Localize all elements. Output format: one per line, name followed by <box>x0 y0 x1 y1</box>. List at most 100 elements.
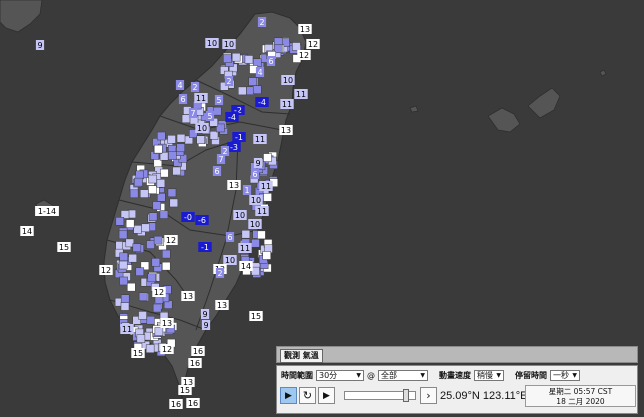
temperature-reading[interactable]: 11 <box>255 206 269 216</box>
pause-time-select[interactable]: 一秒 ▼ <box>550 370 580 381</box>
temperature-reading[interactable]: 7 <box>188 108 198 118</box>
temperature-reading[interactable]: 10 <box>233 210 247 220</box>
station-marker <box>223 54 232 63</box>
temperature-reading[interactable]: 14 <box>20 226 34 236</box>
station-marker <box>231 52 241 62</box>
temperature-reading[interactable]: 11 <box>253 134 267 144</box>
play-mode-button[interactable]: ▶ <box>280 387 297 404</box>
temperature-reading[interactable]: -4 <box>255 97 269 107</box>
temperature-reading[interactable]: 12 <box>297 50 311 60</box>
temperature-reading[interactable]: 13 <box>181 291 195 301</box>
temperature-reading[interactable]: 9 <box>201 320 211 330</box>
temperature-reading[interactable]: 13 <box>298 24 312 34</box>
temperature-reading[interactable]: -3 <box>227 142 241 152</box>
temperature-reading[interactable]: 11 <box>194 93 208 103</box>
anim-speed-select[interactable]: 稍慢 ▼ <box>474 370 504 381</box>
station-marker <box>136 334 146 343</box>
reading-value: 10 <box>225 256 235 265</box>
temperature-reading[interactable]: 5 <box>205 111 215 121</box>
time-slider[interactable] <box>344 389 416 402</box>
coordinate-readout: 25.09°N 123.11°E <box>440 390 528 402</box>
temperature-reading[interactable]: 6 <box>225 232 235 242</box>
temperature-reading[interactable]: 10 <box>205 38 219 48</box>
station-marker <box>167 188 177 198</box>
temperature-reading[interactable]: 16 <box>169 399 183 409</box>
temperature-reading[interactable]: 6 <box>178 94 188 104</box>
tab-observation-temperature[interactable]: 觀測 氣溫 <box>280 349 323 363</box>
temperature-reading[interactable]: 12 <box>306 39 320 49</box>
time-range-select[interactable]: 30分 ▼ <box>316 370 364 381</box>
temperature-reading[interactable]: 13 <box>160 318 174 328</box>
temperature-reading[interactable]: 11 <box>280 99 294 109</box>
station-marker <box>167 135 176 144</box>
scope-value: 全部 <box>381 371 397 380</box>
temperature-reading[interactable]: 12 <box>164 235 178 245</box>
slider-thumb[interactable] <box>403 389 409 402</box>
refresh-button[interactable]: ↻ <box>299 387 316 404</box>
temperature-reading[interactable]: 7 <box>216 154 226 164</box>
station-marker <box>257 230 266 240</box>
temperature-reading[interactable]: 11 <box>294 89 308 99</box>
temperature-reading[interactable]: 6 <box>266 56 276 66</box>
reading-value: 10 <box>197 124 207 133</box>
temperature-reading[interactable]: 12 <box>160 344 174 354</box>
temperature-reading[interactable]: 15 <box>57 242 71 252</box>
chevron-down-icon: ▼ <box>496 372 501 379</box>
station-marker <box>147 273 157 283</box>
temperature-reading[interactable]: 9 <box>253 158 263 168</box>
temperature-reading[interactable]: 1-14 <box>35 206 59 216</box>
temperature-reading[interactable]: -4 <box>225 112 239 122</box>
temperature-reading[interactable]: 10 <box>223 255 237 265</box>
temperature-reading[interactable]: 12 <box>99 265 113 275</box>
temperature-reading[interactable]: 9 <box>35 40 45 50</box>
temperature-reading[interactable]: -0 <box>181 212 195 222</box>
temperature-reading[interactable]: 11 <box>259 181 273 191</box>
station-marker <box>172 166 181 176</box>
temperature-reading[interactable]: 4 <box>255 67 265 77</box>
reading-value: 9 <box>255 159 260 168</box>
reading-value: 6 <box>227 233 232 242</box>
temperature-reading[interactable]: 2 <box>190 82 200 92</box>
temperature-reading[interactable]: 9 <box>200 309 210 319</box>
station-marker <box>152 303 162 313</box>
pause-time-value: 一秒 <box>553 371 569 380</box>
temperature-reading[interactable]: 11 <box>238 243 252 253</box>
next-frame-button[interactable]: › <box>420 387 437 404</box>
play-button[interactable]: ▶ <box>318 387 335 404</box>
temperature-reading[interactable]: 15 <box>131 348 145 358</box>
reading-value: 7 <box>218 155 223 164</box>
temperature-reading[interactable]: 2 <box>257 17 267 27</box>
scope-select[interactable]: 全部 ▼ <box>378 370 428 381</box>
temperature-reading[interactable]: 12 <box>152 287 166 297</box>
temperature-reading[interactable]: 13 <box>227 180 241 190</box>
temperature-reading[interactable]: 2 <box>224 76 234 86</box>
station-marker <box>119 252 128 262</box>
temperature-reading[interactable]: -1 <box>232 132 246 142</box>
temperature-reading[interactable]: 13 <box>279 125 293 135</box>
temperature-reading[interactable]: 10 <box>281 75 295 85</box>
temperature-reading[interactable]: 16 <box>191 346 205 356</box>
temperature-reading[interactable]: 5 <box>214 95 224 105</box>
temperature-reading[interactable]: 4 <box>175 80 185 90</box>
temperature-reading[interactable]: 6 <box>250 169 260 179</box>
temperature-reading[interactable]: 11 <box>120 324 134 334</box>
temperature-reading[interactable]: 10 <box>195 123 209 133</box>
reading-value: -3 <box>230 143 238 152</box>
temperature-reading[interactable]: 13 <box>181 377 195 387</box>
temperature-reading[interactable]: 15 <box>249 311 263 321</box>
temperature-reading[interactable]: 10 <box>222 39 236 49</box>
temperature-reading[interactable]: 14 <box>239 261 253 271</box>
temperature-reading[interactable]: 2 <box>215 268 225 278</box>
temperature-reading[interactable]: -1 <box>198 242 212 252</box>
station-marker <box>148 174 157 184</box>
temperature-reading[interactable]: -6 <box>195 215 209 225</box>
temperature-reading[interactable]: 16 <box>188 358 202 368</box>
temperature-reading[interactable]: 13 <box>215 300 229 310</box>
temperature-reading[interactable]: 16 <box>186 398 200 408</box>
temperature-reading[interactable]: 1 <box>242 185 252 195</box>
temperature-reading[interactable]: 10 <box>248 219 262 229</box>
temperature-reading[interactable]: 6 <box>212 166 222 176</box>
station-marker <box>133 225 142 234</box>
station-marker <box>176 133 186 143</box>
temperature-reading[interactable]: 10 <box>249 195 263 205</box>
